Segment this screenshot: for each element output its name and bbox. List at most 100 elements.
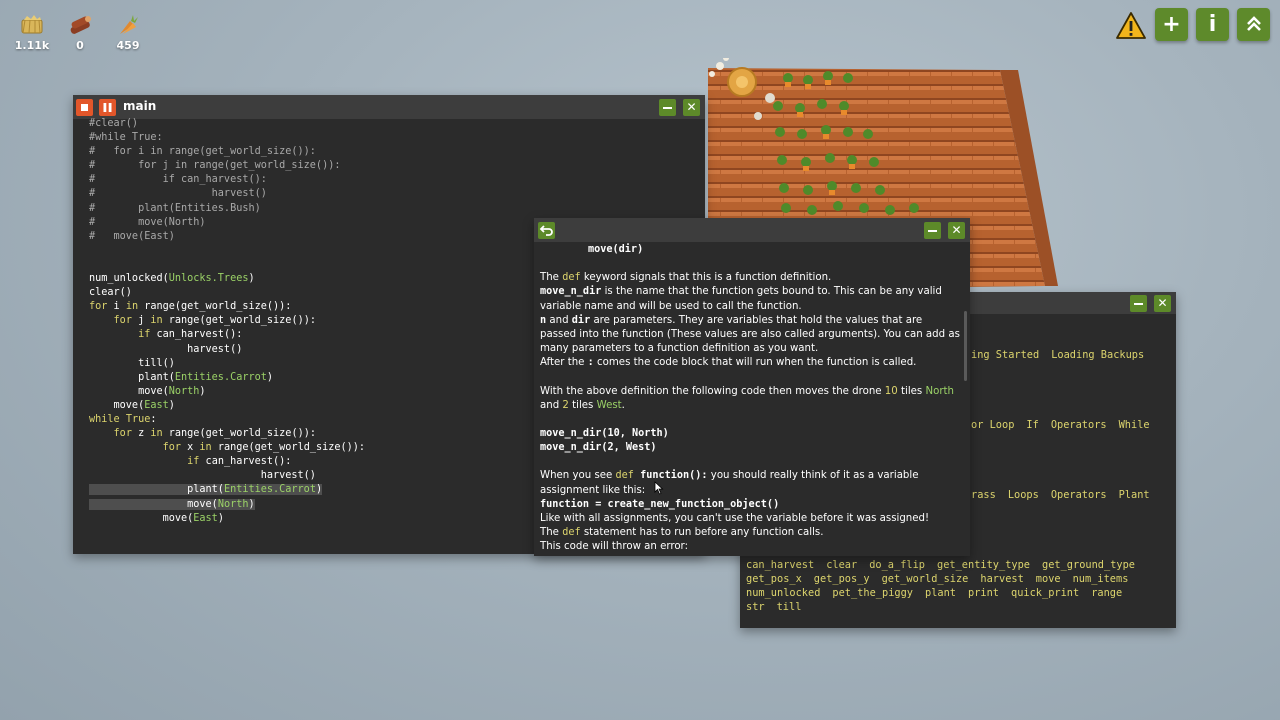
fn-link[interactable]: pet_the_piggy — [832, 587, 913, 599]
pause-icon — [103, 103, 112, 112]
fn-link[interactable]: get_ground_type — [1042, 559, 1135, 571]
fn-link[interactable]: clear — [826, 559, 857, 571]
close-button[interactable]: ✕ — [683, 99, 700, 116]
code-line[interactable]: while True: — [89, 413, 365, 427]
link-loops[interactable]: Loops — [1008, 489, 1039, 501]
functions-list[interactable]: can_harvest clear do_a_flip get_entity_type… — [746, 558, 1147, 614]
link-for-loop[interactable]: or Loop — [971, 419, 1014, 431]
fn-link[interactable]: str — [746, 601, 765, 613]
text: When you see — [540, 470, 616, 482]
docs-minimize-button[interactable] — [924, 222, 941, 239]
links-row-1[interactable]: ing Started Loading Backups — [971, 348, 1156, 362]
code-line[interactable]: #while True: — [89, 131, 365, 145]
fn-link[interactable]: harvest — [980, 573, 1023, 585]
code-line[interactable]: plant(Entities.Carrot) — [89, 483, 365, 497]
fn-link[interactable]: get_world_size — [882, 573, 969, 585]
code-line[interactable]: # move(East) — [89, 230, 365, 244]
code-line[interactable] — [89, 244, 365, 258]
fn-link[interactable]: num_items — [1073, 573, 1129, 585]
fn-link[interactable]: get_pos_y — [814, 573, 870, 585]
fn-link[interactable]: till — [777, 601, 802, 613]
fn-link[interactable]: quick_print — [1011, 587, 1079, 599]
code-line[interactable]: if can_harvest(): — [89, 455, 365, 469]
minimize-button[interactable] — [659, 99, 676, 116]
fn-link[interactable]: move — [1036, 573, 1061, 585]
code-line[interactable]: move(East) — [89, 512, 365, 526]
text: keyword signals that this is a function … — [580, 272, 832, 284]
text: statement has to run before any function… — [580, 527, 824, 539]
code-line[interactable]: harvest() — [89, 469, 365, 483]
code-line[interactable]: # move(North) — [89, 216, 365, 230]
pause-button[interactable] — [99, 99, 116, 116]
docs-window[interactable]: ✕ move(dir) The def keyword signals that… — [534, 218, 970, 556]
code-example-1: move_n_dir(10, North) — [540, 428, 669, 440]
collapse-up-button[interactable] — [1237, 8, 1270, 41]
code-line[interactable]: for z in range(get_world_size()): — [89, 427, 365, 441]
text: . — [621, 399, 625, 411]
fn-link[interactable]: get_entity_type — [937, 559, 1030, 571]
fn-link[interactable]: num_unlocked — [746, 587, 820, 599]
link-operators-2[interactable]: Operators — [1051, 489, 1107, 501]
text: The — [540, 527, 563, 539]
fn-link[interactable]: range — [1091, 587, 1122, 599]
code-inline: dir — [571, 314, 591, 326]
code-line[interactable]: for j in range(get_world_size()): — [89, 314, 365, 328]
code-line[interactable]: # plant(Entities.Bush) — [89, 202, 365, 216]
code-line[interactable]: # for j in range(get_world_size()): — [89, 159, 365, 173]
fn-link[interactable]: can_harvest — [746, 559, 814, 571]
editor-titlebar[interactable]: main ✕ — [73, 95, 705, 119]
stop-button[interactable] — [76, 99, 93, 116]
editor-title: main — [123, 99, 157, 113]
docs-scrollbar[interactable] — [964, 311, 967, 381]
reference-close-button[interactable]: ✕ — [1154, 295, 1171, 312]
code-line[interactable]: #clear() — [89, 117, 365, 131]
wood-count: 0 — [76, 39, 84, 52]
link-grass[interactable]: rass — [971, 489, 996, 501]
info-button[interactable]: i — [1196, 8, 1229, 41]
text: With the above definition the following … — [540, 385, 885, 397]
text: is the name that the function gets bound… — [540, 286, 942, 312]
code-line[interactable]: if can_harvest(): — [89, 328, 365, 342]
code-line[interactable] — [89, 258, 365, 272]
code-inline: function(): — [633, 470, 708, 482]
code-area[interactable]: #clear() #while True: # for i in range(get… — [89, 117, 365, 526]
back-button[interactable] — [538, 222, 555, 239]
code-line[interactable]: for i in range(get_world_size()): — [89, 300, 365, 314]
code-line[interactable]: move(North) — [89, 385, 365, 399]
fn-link[interactable]: do_a_flip — [869, 559, 925, 571]
fn-link[interactable]: plant — [925, 587, 956, 599]
docs-close-button[interactable]: ✕ — [948, 222, 965, 239]
link-getting-started[interactable]: ing Started — [971, 349, 1039, 361]
text: comes the code block that will run when … — [593, 357, 917, 369]
docs-titlebar[interactable]: ✕ — [534, 218, 970, 242]
link-operators[interactable]: Operators — [1051, 419, 1107, 431]
code-example-2: move_n_dir(2, West) — [540, 442, 657, 454]
warning-icon[interactable] — [1115, 11, 1147, 45]
text: After the — [540, 357, 588, 369]
link-loading-backups[interactable]: Loading Backups — [1051, 349, 1144, 361]
fn-link[interactable]: get_pos_x — [746, 573, 802, 585]
code-line[interactable]: num_unlocked(Unlocks.Trees) — [89, 272, 365, 286]
add-button[interactable]: + — [1155, 8, 1188, 41]
text: This code will throw an error: — [540, 541, 688, 553]
links-row-3[interactable]: rass Loops Operators Plant — [971, 488, 1162, 502]
code-line[interactable]: till() — [89, 357, 365, 371]
code-line[interactable]: plant(Entities.Carrot) — [89, 371, 365, 385]
code-inline: move_n_dir — [540, 286, 602, 298]
code-line[interactable]: move(North) — [89, 498, 365, 512]
code-line[interactable]: # harvest() — [89, 187, 365, 201]
code-line[interactable]: # for i in range(get_world_size()): — [89, 145, 365, 159]
link-while[interactable]: While — [1119, 419, 1150, 431]
code-line[interactable]: move(East) — [89, 399, 365, 413]
code-line[interactable]: # if can_harvest(): — [89, 173, 365, 187]
code-line[interactable]: for x in range(get_world_size()): — [89, 441, 365, 455]
links-row-2[interactable]: or Loop If Operators While — [971, 418, 1162, 432]
link-if[interactable]: If — [1026, 419, 1038, 431]
reference-minimize-button[interactable] — [1130, 295, 1147, 312]
link-plant[interactable]: Plant — [1119, 489, 1150, 501]
def-keyword: def — [562, 527, 581, 539]
code-line[interactable]: clear() — [89, 286, 365, 300]
fn-link[interactable]: print — [968, 587, 999, 599]
code-line[interactable]: harvest() — [89, 343, 365, 357]
wood-icon — [70, 16, 91, 34]
